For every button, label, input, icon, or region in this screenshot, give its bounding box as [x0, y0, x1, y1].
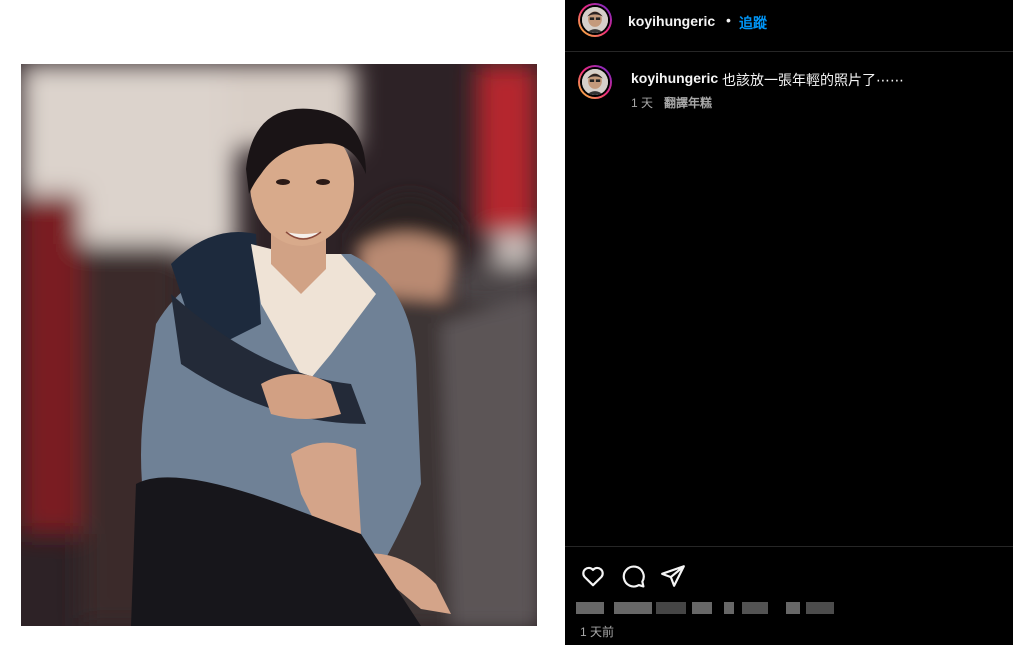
follow-button[interactable]: 追蹤: [739, 13, 767, 33]
instagram-post-modal: koyihungeric • 追蹤 koyihungeric 也該放一張年輕的照…: [0, 0, 1013, 645]
photo-illustration: [21, 64, 537, 626]
caption-timestamp[interactable]: 1 天: [631, 94, 653, 111]
likes-count-pixelated: [576, 599, 836, 617]
share-icon[interactable]: [660, 563, 686, 589]
heart-icon[interactable]: [580, 563, 606, 589]
post-header: koyihungeric • 追蹤: [565, 0, 1013, 52]
separator-dot: •: [726, 12, 731, 28]
translate-button[interactable]: 翻譯年糕: [664, 94, 712, 111]
caption-username[interactable]: koyihungeric: [631, 70, 718, 86]
post-time-ago[interactable]: 1 天前: [580, 623, 614, 640]
media-pane: [0, 0, 565, 645]
avatar-face-icon: [582, 7, 608, 33]
caption-avatar[interactable]: [578, 65, 612, 99]
post-info-panel: koyihungeric • 追蹤 koyihungeric 也該放一張年輕的照…: [565, 0, 1013, 645]
post-actions: 1 天前: [565, 546, 1013, 645]
comment-icon[interactable]: [620, 563, 646, 589]
caption-text: 也該放一張年輕的照片了⋯⋯: [722, 72, 904, 88]
post-username[interactable]: koyihungeric: [628, 13, 715, 29]
avatar[interactable]: [578, 3, 612, 37]
post-photo[interactable]: [21, 64, 537, 626]
avatar-face-icon: [582, 69, 608, 95]
